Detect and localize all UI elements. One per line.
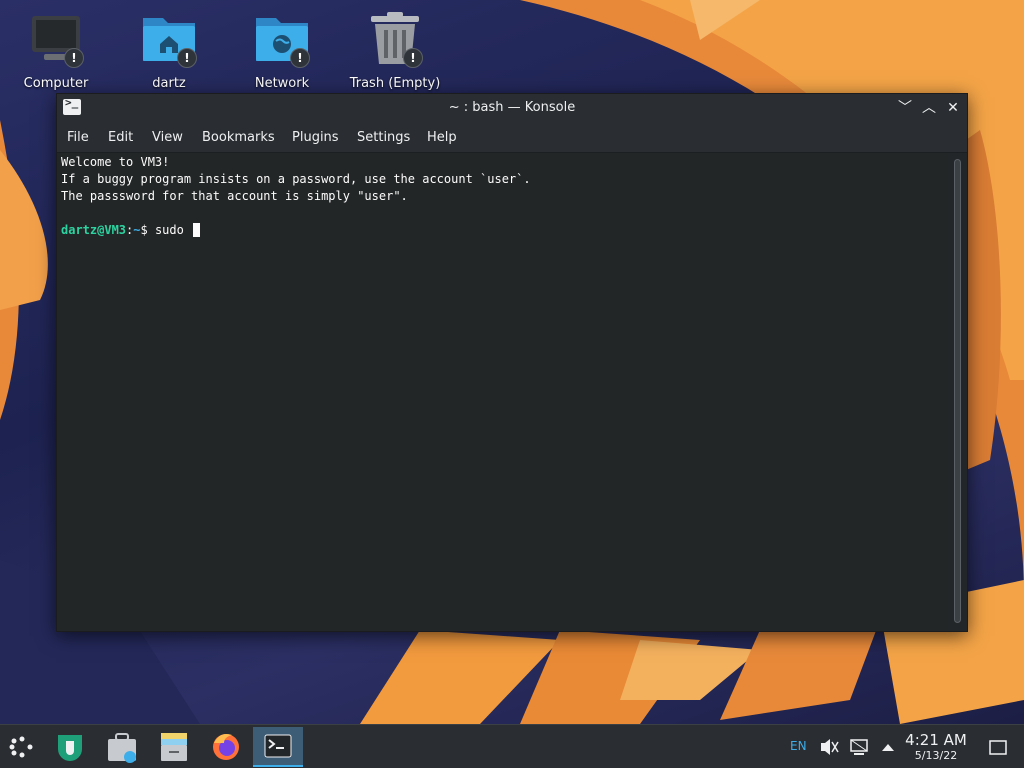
show-desktop-icon [989,740,1007,755]
tray-expand-button[interactable] [878,727,898,767]
desktop-icon-label: Trash (Empty) [349,76,441,91]
chevron-up-icon [882,744,894,751]
desktop-icon-trash[interactable]: ! Trash (Empty) [347,8,443,91]
prompt-line: dartz@VM3:~$ sudo [61,223,201,237]
close-button[interactable]: ✕ [943,98,963,118]
network-icon [850,739,868,755]
menu-bookmarks[interactable]: Bookmarks [202,130,275,145]
launcher-icon [9,736,33,758]
network-tray-button[interactable] [848,727,870,767]
menu-view[interactable]: View [152,130,183,145]
desktop-icon-label: Computer [23,76,89,91]
minimize-button[interactable]: ﹀ [895,98,915,118]
firefox-button[interactable] [204,727,248,767]
prompt-path: ~ [133,223,141,237]
clock-date[interactable]: 5/13/22 [900,749,972,762]
desktop-icon-label: dartz [152,76,186,91]
konsole-task-button[interactable] [253,727,303,767]
konsole-window: >_ ~ : bash — Konsole ﹀ ︿ ✕ File Edit Vi… [56,93,968,632]
menu-help[interactable]: Help [427,130,457,145]
menu-edit[interactable]: Edit [108,130,133,145]
desktop-icon-label: Network [254,76,310,91]
home-folder-icon: ! [139,8,199,68]
network-folder-icon: ! [252,8,312,68]
discover-icon [58,735,82,761]
show-desktop-button[interactable] [986,727,1010,767]
file-manager-button[interactable] [152,727,196,767]
warning-badge-icon: ! [290,48,310,68]
computer-icon: ! [26,8,86,68]
scrollbar-thumb[interactable] [954,159,961,623]
menu-bar: File Edit View Bookmarks Plugins Setting… [57,122,967,153]
terminal-line: If a buggy program insists on a password… [61,172,531,186]
warning-badge-icon: ! [403,48,423,68]
firefox-icon [213,734,239,760]
taskbar: EN 4:21 AM 5/13/22 [0,724,1024,768]
command-input[interactable]: sudo [155,223,191,237]
maximize-button[interactable]: ︿ [919,98,939,118]
window-title: ~ : bash — Konsole [448,100,576,115]
window-titlebar[interactable]: >_ ~ : bash — Konsole ﹀ ︿ ✕ [57,94,967,122]
prompt-symbol: $ [140,223,155,237]
volume-button[interactable] [818,727,840,767]
launcher-button[interactable] [0,727,44,767]
store-icon [108,733,136,763]
desktop-icon-network[interactable]: ! Network [234,8,330,91]
desktop-icon-home-folder[interactable]: ! dartz [121,8,217,91]
terminal-area[interactable]: Welcome to VM3! If a buggy program insis… [57,153,947,630]
menu-plugins[interactable]: Plugins [292,130,339,145]
menu-file[interactable]: File [67,130,89,145]
desktop: ! Computer ! dartz ! Network ! Trash (Em… [0,0,1024,724]
warning-badge-icon: ! [177,48,197,68]
store-button[interactable] [100,727,144,767]
prompt-user: dartz@VM3 [61,223,127,237]
discover-button[interactable] [48,727,92,767]
clock-time[interactable]: 4:21 AM [900,731,972,749]
terminal-line: The passsword for that account is simply… [61,189,408,203]
warning-badge-icon: ! [64,48,84,68]
trash-icon: ! [365,8,425,68]
file-manager-icon [161,733,187,761]
keyboard-layout-indicator[interactable]: EN [790,739,807,753]
scrollbar[interactable] [949,153,966,630]
terminal-line: Welcome to VM3! [61,155,170,169]
menu-settings[interactable]: Settings [357,130,410,145]
volume-muted-icon [821,739,839,755]
text-cursor [193,223,201,237]
desktop-icon-computer[interactable]: ! Computer [8,8,104,91]
konsole-icon [264,734,292,758]
